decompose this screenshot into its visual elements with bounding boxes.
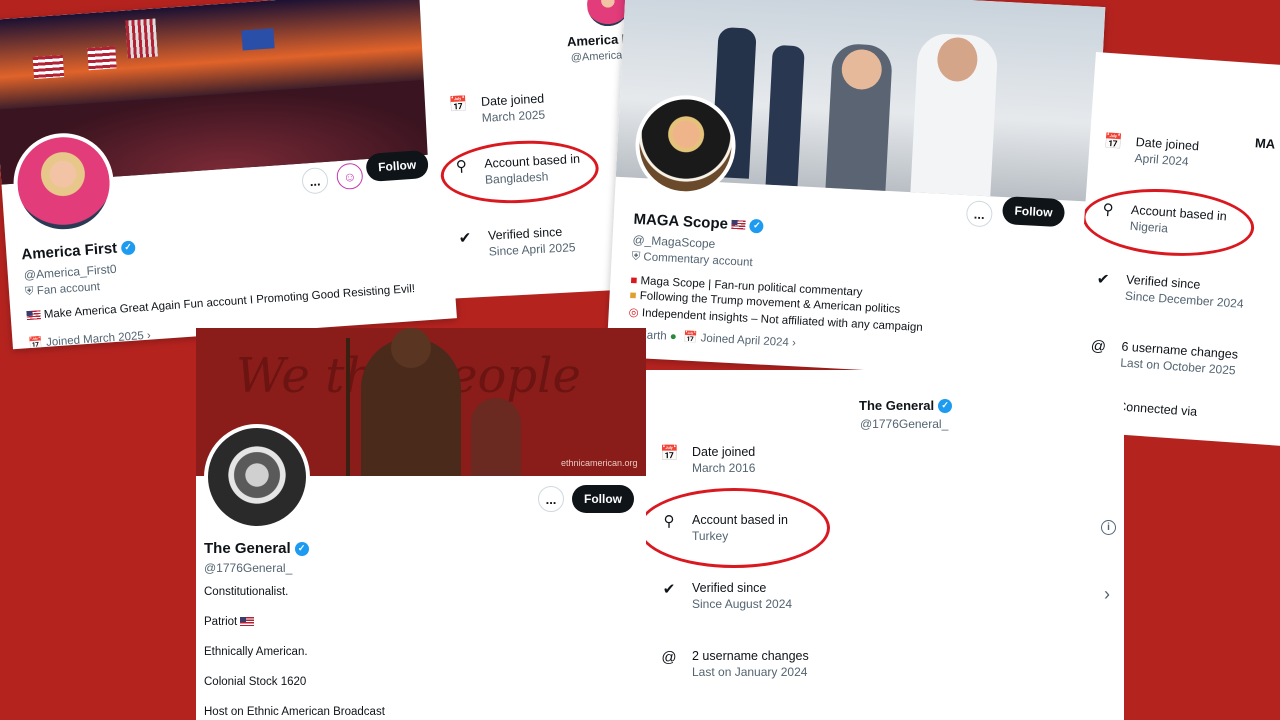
panel-name-fragment: MA — [1254, 135, 1276, 152]
the-general-about-panel: The General ✓ @1776General_ 📅 Date joine… — [646, 370, 1124, 720]
at-sign-icon: @ — [1090, 337, 1107, 356]
verified-badge-icon: ✔ — [458, 229, 472, 248]
more-dots-icon[interactable]: ... — [301, 166, 329, 195]
bio-line-2-text: Patriot — [204, 616, 238, 628]
verified-badge-icon: ✔ — [662, 581, 676, 598]
date-joined-value: April 2024 — [1134, 150, 1190, 169]
america-first-profile-card: ... ☺ Follow America First ✓ @America_Fi… — [0, 0, 457, 350]
us-flag-icon — [240, 617, 255, 627]
bio-line-3: Ethnically American. — [204, 646, 308, 658]
profile-handle: @_MagaScope — [632, 232, 716, 252]
date-joined-title: Date joined — [480, 91, 545, 109]
date-joined-row: 📅 Date joined March 2025 — [449, 92, 546, 127]
account-label: ⛨ Commentary account — [631, 251, 753, 270]
username-changes-row: @ 2 username changes Last on January 202… — [660, 649, 809, 679]
connected-via-title: Connected via — [1116, 399, 1198, 419]
panel-handle: @1776General_ — [860, 417, 949, 431]
target-icon: ◎ — [628, 306, 640, 320]
joined-date: 📅 Joined March 2025 › — [28, 328, 151, 350]
profile-name-text: MAGA Scope — [633, 210, 729, 233]
verified-badge-icon: ✓ — [938, 398, 953, 413]
alert-icon: ■ — [630, 274, 638, 287]
verified-badge-icon: ✓ — [749, 218, 765, 234]
verified-since-title: Verified since — [692, 581, 767, 595]
joined-date-text: Joined March 2025 — [45, 330, 145, 349]
us-flag-icon — [731, 219, 747, 230]
globe-icon: ● — [669, 330, 678, 344]
highlight-ring — [646, 488, 830, 568]
username-changes-title: 2 username changes — [692, 649, 809, 663]
verified-badge-icon: ✔ — [1096, 270, 1111, 289]
verified-badge-icon: ✓ — [294, 541, 309, 556]
highlight-ring — [439, 136, 601, 208]
profile-name-text: The General — [204, 540, 291, 557]
more-dots-icon[interactable]: ... — [965, 200, 994, 228]
date-joined-row: 📅 Date joined March 2016 — [660, 445, 755, 475]
bio-line-1: Constitutionalist. — [204, 586, 289, 598]
bio-line-2: Patriot — [204, 616, 255, 628]
shield-icon: ⛨ — [631, 250, 641, 264]
date-joined-title: Date joined — [1135, 135, 1200, 154]
profile-handle: @1776General_ — [204, 561, 293, 575]
people-icon: ■ — [629, 289, 637, 302]
date-joined-title: Date joined — [692, 445, 756, 459]
highlight-ring — [1080, 183, 1257, 262]
verified-since-row[interactable]: ✔ Verified since Since August 2024 — [660, 581, 792, 611]
panel-name: The General ✓ — [859, 398, 953, 413]
more-dots-icon[interactable]: ... — [538, 486, 564, 512]
profile-name: America First ✓ — [21, 238, 136, 263]
profile-handle: @America_First0 — [23, 261, 118, 283]
chevron-right-icon[interactable]: › — [1104, 584, 1110, 605]
joined-date-text: Joined April 2024 — [700, 332, 790, 350]
account-label-text: Fan account — [36, 280, 101, 298]
at-sign-icon: @ — [661, 649, 677, 666]
date-joined-row: 📅 Date joined April 2024 — [1102, 133, 1199, 170]
calendar-icon: 📅 — [28, 337, 44, 350]
follow-button[interactable]: Follow — [1001, 196, 1066, 228]
account-label: ⛨ Fan account — [25, 281, 101, 299]
profile-name-text: America First — [20, 239, 118, 264]
banner-url: ethnicamerican.org — [561, 458, 638, 468]
calendar-icon: 📅 — [1103, 132, 1124, 152]
us-flag-icon — [26, 310, 42, 321]
shield-icon: ⛨ — [24, 285, 35, 299]
username-changes-value: Last on January 2024 — [692, 665, 808, 679]
info-icon[interactable]: i — [1101, 520, 1116, 535]
verified-since-value: Since August 2024 — [692, 597, 793, 611]
date-joined-value: March 2025 — [481, 107, 546, 125]
maga-scope-profile-card: ... Follow MAGA Scope ✓ @_MagaScope ⛨ Co… — [606, 0, 1106, 382]
date-joined-value: March 2016 — [692, 461, 756, 475]
verified-badge-icon: ✓ — [120, 239, 136, 255]
subscribe-icon[interactable]: ☺ — [335, 162, 364, 191]
the-general-avatar[interactable] — [204, 424, 310, 530]
follow-button[interactable]: Follow — [365, 149, 430, 183]
follow-button[interactable]: Follow — [572, 485, 634, 513]
verified-since-row: ✔ Verified since Since April 2025 — [456, 224, 576, 260]
panel-name-text: The General — [859, 398, 935, 413]
profile-name: MAGA Scope ✓ — [633, 210, 765, 235]
profile-name: The General ✓ — [204, 540, 309, 557]
bio-line-5: Host on Ethnic American Broadcast — [204, 706, 385, 718]
profile-meta: ⚲ Earth ● 📅 Joined April 2024 › — [627, 327, 796, 350]
calendar-icon: 📅 — [682, 331, 698, 345]
chevron-right-icon: › — [791, 337, 797, 350]
chevron-right-icon: › — [146, 329, 152, 342]
verified-since-row: ✔ Verified since Since December 2024 — [1093, 270, 1245, 311]
calendar-icon: 📅 — [448, 95, 469, 114]
verified-since-value: Since April 2025 — [488, 240, 576, 259]
the-general-profile-card: We the People ethnicamerican.org ... Fol… — [196, 328, 646, 720]
bio-line-4: Colonial Stock 1620 — [204, 676, 307, 688]
calendar-icon: 📅 — [660, 445, 679, 462]
account-label-text: Commentary account — [643, 251, 753, 270]
